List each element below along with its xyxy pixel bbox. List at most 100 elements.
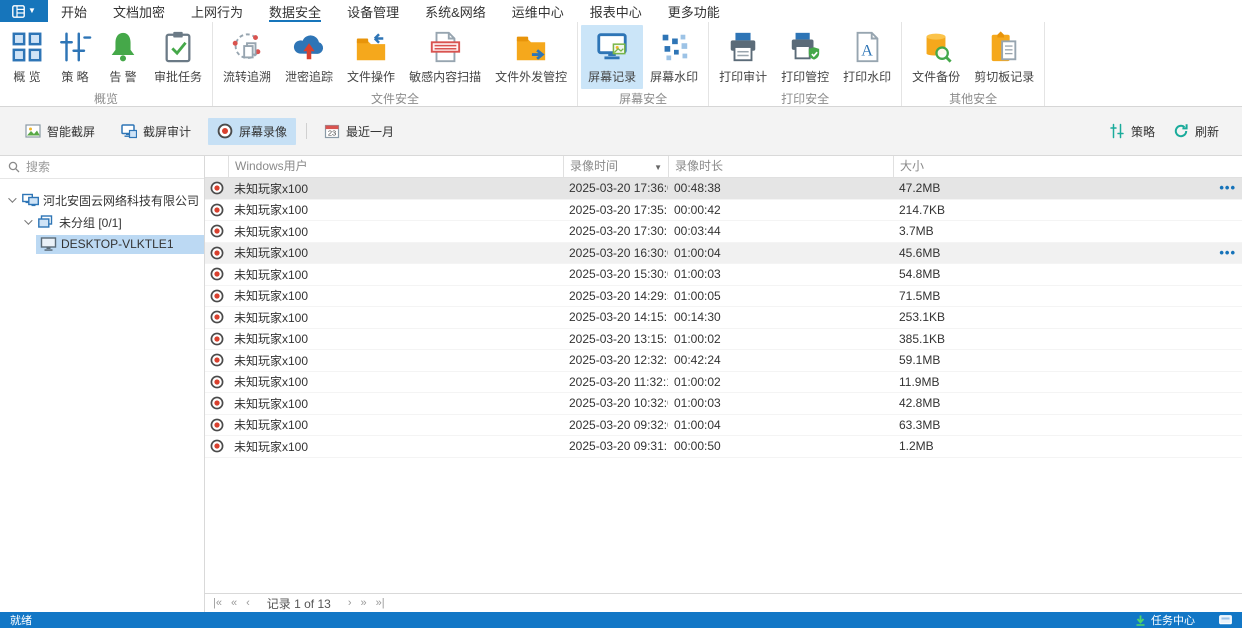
refresh-button[interactable]: 刷新 bbox=[1166, 118, 1226, 145]
page-first-button[interactable]: |« bbox=[213, 597, 222, 609]
table-row[interactable]: 未知玩家x100 2025-03-20 17:36:09 00:48:38 47… bbox=[205, 178, 1242, 200]
menu-item-device-mgmt[interactable]: 设备管理 bbox=[347, 0, 399, 22]
ribbon-group-screen-security: 屏幕记录 屏幕水印 屏幕安全 bbox=[578, 22, 709, 106]
page-prev-button[interactable]: ‹ bbox=[246, 597, 250, 609]
flow-trace-icon bbox=[230, 30, 264, 64]
ribbon-button-screen-record[interactable]: 屏幕记录 bbox=[581, 25, 643, 89]
task-monitor-icon[interactable] bbox=[1219, 615, 1232, 625]
screen-recording-button[interactable]: 屏幕录像 bbox=[208, 118, 296, 145]
smart-screenshot-icon bbox=[25, 123, 41, 139]
app-menu-caret-icon: ▼ bbox=[28, 7, 36, 15]
table-row[interactable]: 未知玩家x100 2025-03-20 15:30:04 01:00:03 54… bbox=[205, 264, 1242, 286]
menu-item-doc-encrypt[interactable]: 文档加密 bbox=[113, 0, 165, 22]
leak-trace-cloud-icon bbox=[292, 30, 326, 64]
file-operation-folder-icon bbox=[354, 30, 388, 64]
menu-item-system-network[interactable]: 系统&网络 bbox=[425, 0, 486, 22]
svg-text:23: 23 bbox=[328, 129, 336, 138]
chevron-down-icon[interactable] bbox=[20, 219, 34, 225]
table-row[interactable]: 未知玩家x100 2025-03-20 09:32:03 01:00:04 63… bbox=[205, 415, 1242, 437]
ribbon-button-overview[interactable]: 概 览 bbox=[3, 25, 51, 89]
page-fast-next-button[interactable]: » bbox=[361, 597, 367, 609]
header-size[interactable]: 大小 bbox=[893, 156, 1242, 177]
policy-sliders-icon bbox=[58, 30, 92, 64]
record-dot-icon bbox=[210, 246, 224, 260]
ribbon-button-print-control[interactable]: 打印管控 bbox=[774, 25, 836, 89]
ribbon-button-leak-trace[interactable]: 泄密追踪 bbox=[278, 25, 340, 89]
menu-item-data-security[interactable]: 数据安全 bbox=[269, 0, 321, 22]
ribbon-button-print-watermark[interactable]: A 打印水印 bbox=[836, 25, 898, 89]
recent-month-button[interactable]: 23 最近一月 bbox=[315, 118, 403, 145]
screenshot-audit-button[interactable]: 截屏审计 bbox=[112, 118, 200, 145]
header-record-duration[interactable]: 录像时长 bbox=[668, 156, 893, 177]
record-dot-icon bbox=[210, 267, 224, 281]
sort-caret-icon[interactable]: ▼ bbox=[654, 157, 662, 178]
header-icon-column bbox=[205, 156, 228, 177]
table-row[interactable]: 未知玩家x100 2025-03-20 12:32:13 00:42:24 59… bbox=[205, 350, 1242, 372]
table-row[interactable]: 未知玩家x100 2025-03-20 09:31:12 00:00:50 1.… bbox=[205, 436, 1242, 458]
record-dot-icon bbox=[210, 181, 224, 195]
task-center-button[interactable]: 任务中心 bbox=[1151, 612, 1195, 628]
table-row[interactable]: 未知玩家x100 2025-03-20 13:15:14 01:00:02 38… bbox=[205, 329, 1242, 351]
record-dot-icon bbox=[210, 396, 224, 410]
ribbon-button-flow-trace[interactable]: 流转追溯 bbox=[216, 25, 278, 89]
record-dot-icon bbox=[210, 375, 224, 389]
tree-item-ungrouped[interactable]: 未分组 [0/1] bbox=[0, 211, 204, 233]
tree-item-desktop-vlktle1[interactable]: DESKTOP-VLKTLE1 bbox=[0, 233, 204, 255]
ribbon-button-file-operation[interactable]: 文件操作 bbox=[340, 25, 402, 89]
ribbon-button-sensitive-scan[interactable]: 敏感内容扫描 bbox=[402, 25, 488, 89]
search-box[interactable] bbox=[0, 156, 204, 179]
table-row[interactable]: 未知玩家x100 2025-03-20 14:15:16 00:14:30 25… bbox=[205, 307, 1242, 329]
menu-item-start[interactable]: 开始 bbox=[61, 0, 87, 22]
menu-item-report-center[interactable]: 报表中心 bbox=[590, 0, 642, 22]
header-windows-user[interactable]: Windows用户 bbox=[228, 156, 563, 177]
menu-item-more[interactable]: 更多功能 bbox=[668, 0, 720, 22]
row-actions-button[interactable]: ••• bbox=[1219, 246, 1236, 260]
app-menu-button[interactable]: ▼ bbox=[0, 0, 48, 22]
table-row[interactable]: 未知玩家x100 2025-03-20 11:32:11 01:00:02 11… bbox=[205, 372, 1242, 394]
table-header: Windows用户 录像时间▼ 录像时长 大小 bbox=[205, 156, 1242, 178]
ribbon-button-approval-tasks[interactable]: 审批任务 bbox=[147, 25, 209, 89]
ribbon-group-file-security: 流转追溯 泄密追踪 文件操作 敏感内容扫描 文件外发管控 bbox=[213, 22, 578, 106]
table-row[interactable]: 未知玩家x100 2025-03-20 17:35:14 00:00:42 21… bbox=[205, 200, 1242, 222]
tree-item-company[interactable]: 河北安固云网络科技有限公司 [0/1] bbox=[0, 189, 204, 211]
page-next-button[interactable]: › bbox=[348, 597, 352, 609]
ribbon-button-alert[interactable]: 告 警 bbox=[99, 25, 147, 89]
ribbon-button-print-audit[interactable]: 打印审计 bbox=[712, 25, 774, 89]
menu-item-ops-center[interactable]: 运维中心 bbox=[512, 0, 564, 22]
menu-item-web-behavior[interactable]: 上网行为 bbox=[191, 0, 243, 22]
computer-icon bbox=[40, 237, 57, 252]
toolbar-separator bbox=[306, 123, 307, 139]
ribbon-button-file-outgoing[interactable]: 文件外发管控 bbox=[488, 25, 574, 89]
ribbon-button-clipboard-record[interactable]: 剪切板记录 bbox=[967, 25, 1041, 89]
ribbon-group-print-security: 打印审计 打印管控 A 打印水印 打印安全 bbox=[709, 22, 902, 106]
recordings-table: Windows用户 录像时间▼ 录像时长 大小 未知玩家x100 2025-03… bbox=[205, 156, 1242, 612]
header-record-time[interactable]: 录像时间▼ bbox=[563, 156, 668, 177]
table-row[interactable]: 未知玩家x100 2025-03-20 14:29:59 01:00:05 71… bbox=[205, 286, 1242, 308]
record-dot-icon bbox=[210, 439, 224, 453]
smart-screenshot-button[interactable]: 智能截屏 bbox=[16, 118, 104, 145]
table-row[interactable]: 未知玩家x100 2025-03-20 16:30:07 01:00:04 45… bbox=[205, 243, 1242, 265]
ribbon-button-screen-watermark[interactable]: 屏幕水印 bbox=[643, 25, 705, 89]
alert-bell-icon bbox=[106, 30, 140, 64]
company-computers-icon bbox=[22, 193, 39, 208]
record-dot-icon bbox=[210, 353, 224, 367]
page-fast-prev-button[interactable]: « bbox=[231, 597, 237, 609]
clipboard-record-icon bbox=[987, 30, 1021, 64]
ribbon-button-file-backup[interactable]: 文件备份 bbox=[905, 25, 967, 89]
screen-video-record-icon bbox=[217, 123, 233, 139]
toolbar-right: 策略 刷新 bbox=[1102, 118, 1226, 145]
policy-filter-icon bbox=[1109, 123, 1125, 139]
policy-button[interactable]: 策略 bbox=[1102, 118, 1162, 145]
group-computers-icon bbox=[38, 215, 55, 230]
row-actions-button[interactable]: ••• bbox=[1219, 181, 1236, 195]
ribbon-button-policy[interactable]: 策 略 bbox=[51, 25, 99, 89]
app-menu-icon bbox=[12, 5, 25, 18]
table-row[interactable]: 未知玩家x100 2025-03-20 10:32:07 01:00:03 42… bbox=[205, 393, 1242, 415]
page-last-button[interactable]: »| bbox=[376, 597, 385, 609]
table-row[interactable]: 未知玩家x100 2025-03-20 17:30:12 00:03:44 3.… bbox=[205, 221, 1242, 243]
pagination-bar: |« « ‹ 记录 1 of 13 › » »| bbox=[205, 593, 1242, 612]
record-dot-icon bbox=[210, 289, 224, 303]
search-input[interactable] bbox=[26, 160, 196, 174]
download-arrow-icon bbox=[1135, 615, 1146, 626]
chevron-down-icon[interactable] bbox=[4, 197, 18, 203]
